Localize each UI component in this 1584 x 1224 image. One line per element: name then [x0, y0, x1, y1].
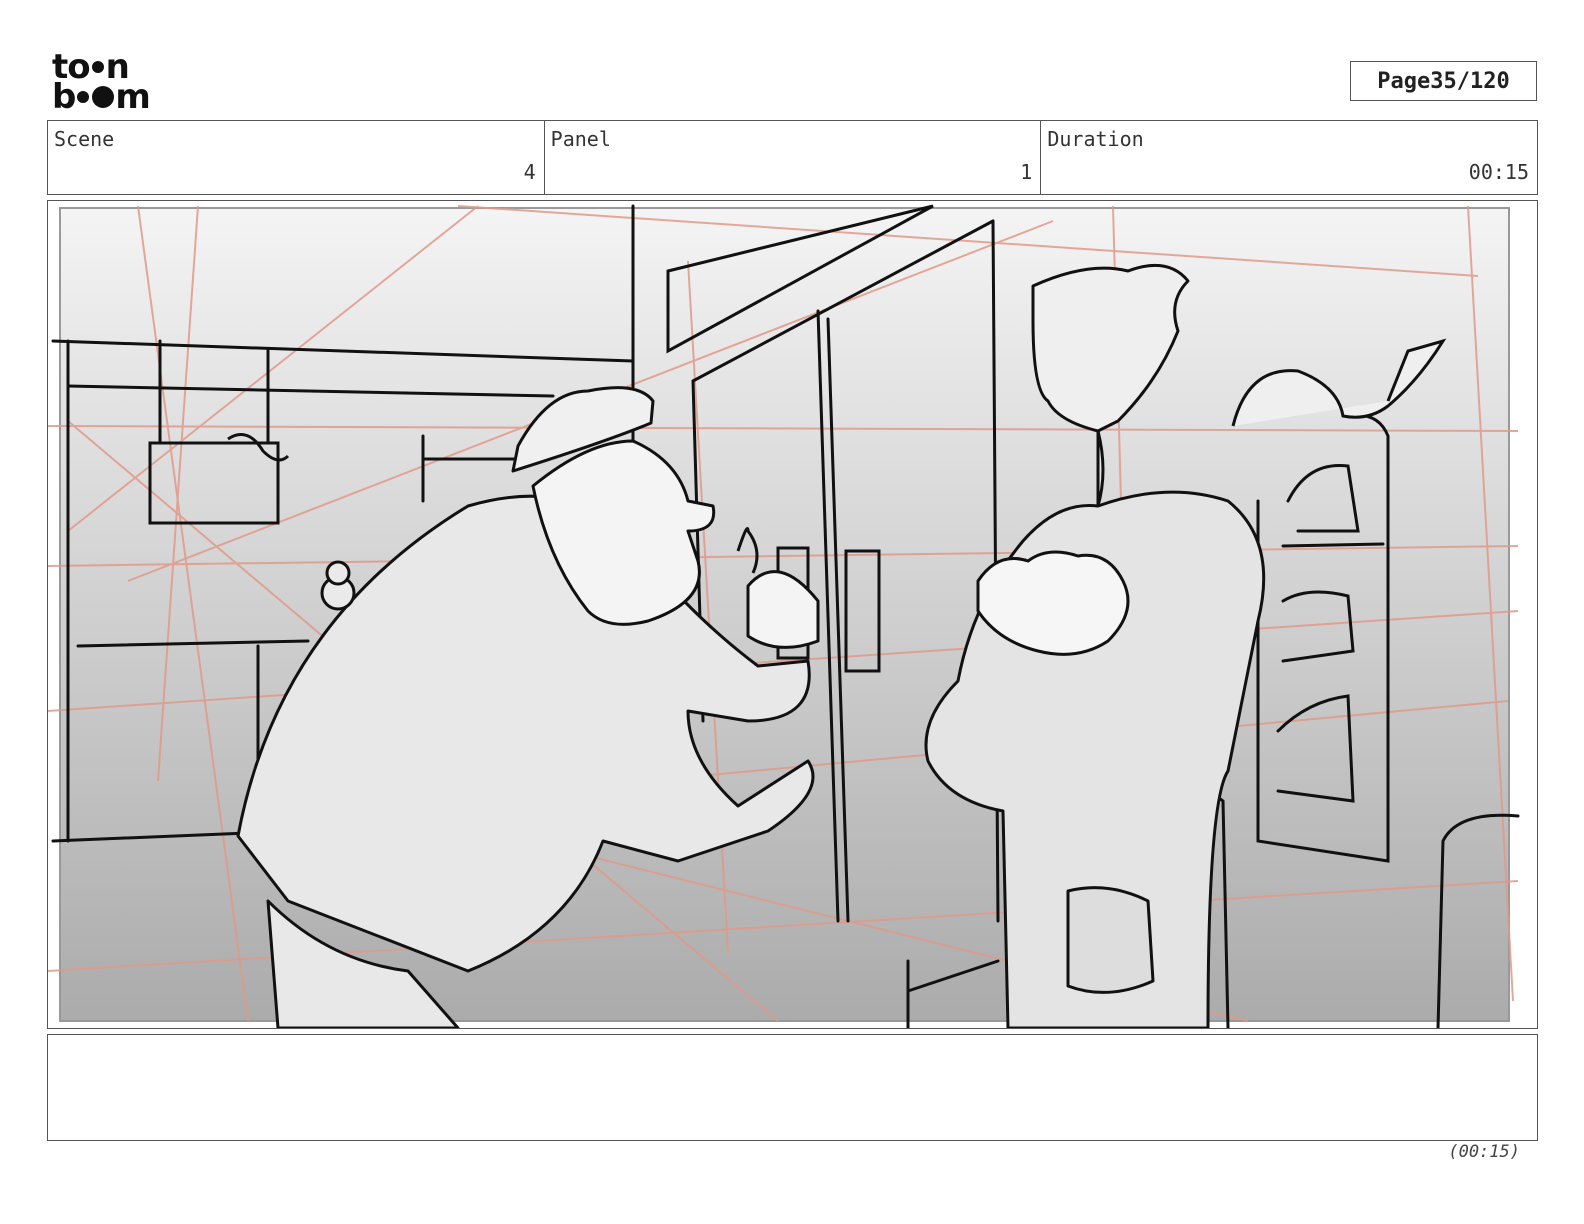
storyboard-panel: [47, 200, 1538, 1029]
scene-cell: Scene 4: [48, 121, 545, 194]
page-indicator: Page 35/120: [1350, 61, 1537, 101]
panel-value: 1: [1020, 160, 1033, 184]
toon-boom-logo: to n bm: [52, 50, 164, 117]
panel-drawing: [48, 204, 1520, 1028]
panel-label: Panel: [550, 127, 611, 151]
duration-cell: Duration 00:15: [1041, 121, 1537, 194]
duration-value: 00:15: [1468, 160, 1530, 184]
panel-info-row: Scene 4 Panel 1 Duration 00:15: [47, 120, 1538, 195]
scene-value: 4: [523, 160, 536, 184]
scene-label: Scene: [54, 127, 115, 151]
footer-duration: (00:15): [1448, 1142, 1520, 1162]
page-number: 35/120: [1430, 68, 1510, 94]
logo-line-2: bm: [52, 77, 151, 117]
panel-notes: [47, 1034, 1538, 1141]
panel-cell: Panel 1: [545, 121, 1042, 194]
page-label: Page: [1377, 68, 1431, 94]
duration-label: Duration: [1047, 127, 1144, 151]
